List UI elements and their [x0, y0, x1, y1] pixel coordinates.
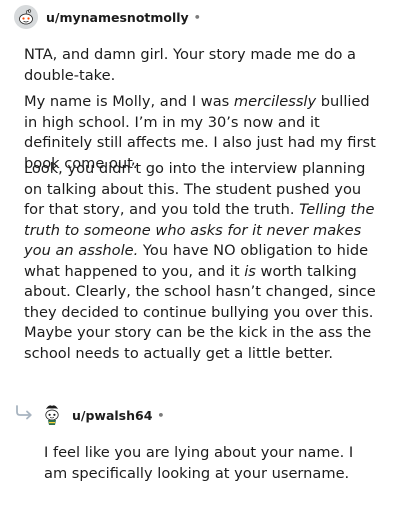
comment-header: u/pwalsh64 •	[40, 401, 164, 429]
comment-paragraph: I feel like you are lying about your nam…	[44, 443, 374, 484]
comment-username[interactable]: u/mynamesnotmolly	[46, 10, 189, 25]
snoo-avatar-icon	[14, 5, 38, 29]
paragraph-text: I feel like you are lying about your nam…	[44, 444, 354, 482]
paragraph-text: NTA, and damn girl. Your story made me d…	[24, 46, 356, 84]
text-run: My name is Molly, and I was	[24, 93, 234, 110]
paragraph-text: Look, you didn’t go into the interview p…	[24, 159, 376, 364]
snoo-avatar-icon	[45, 405, 59, 425]
comment-paragraph: Look, you didn’t go into the interview p…	[24, 159, 376, 364]
comment-username[interactable]: u/pwalsh64	[72, 408, 152, 423]
meta-separator: •	[157, 408, 165, 422]
emphasized-text: mercilessly	[233, 93, 317, 110]
emphasized-text: is	[244, 262, 256, 280]
user-avatar[interactable]	[14, 5, 38, 29]
user-avatar[interactable]	[40, 403, 64, 427]
comment-header: u/mynamesnotmolly •	[14, 3, 201, 31]
reply-arrow-icon	[16, 405, 32, 420]
comment-paragraph: NTA, and damn girl. Your story made me d…	[24, 45, 376, 86]
meta-separator: •	[193, 10, 201, 24]
